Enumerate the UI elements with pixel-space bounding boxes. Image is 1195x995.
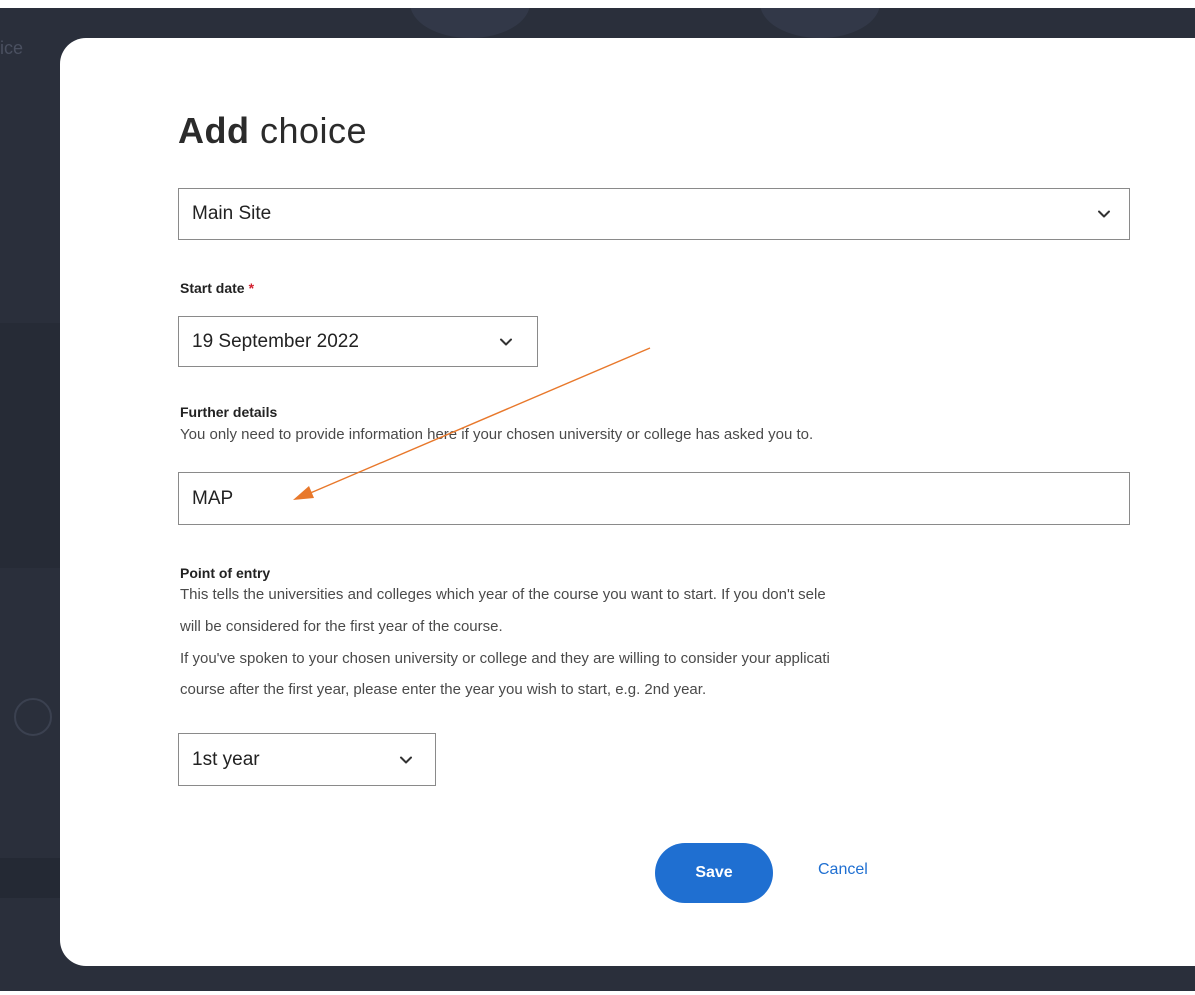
background-shape xyxy=(410,8,530,38)
point-of-entry-hint-line: If you've spoken to your chosen universi… xyxy=(180,650,830,667)
point-of-entry-select[interactable]: 1st year xyxy=(178,733,436,786)
start-date-select[interactable]: 19 September 2022 xyxy=(178,316,538,367)
save-button[interactable]: Save xyxy=(655,843,773,903)
site-select-value: Main Site xyxy=(192,203,272,224)
site-select[interactable]: Main Site xyxy=(178,188,1130,240)
further-details-input[interactable] xyxy=(178,472,1130,525)
background-shape xyxy=(760,8,880,38)
add-choice-modal: Add choice Main Site Start date * 19 Sept… xyxy=(60,38,1195,966)
modal-title-bold: Add xyxy=(178,110,250,151)
chevron-down-icon xyxy=(400,756,412,763)
chevron-down-icon xyxy=(500,338,512,345)
start-date-label-text: Start date xyxy=(180,280,245,296)
modal-title: Add choice xyxy=(178,110,367,152)
point-of-entry-select-value: 1st year xyxy=(192,748,260,770)
point-of-entry-label: Point of entry xyxy=(180,565,271,581)
start-date-label: Start date * xyxy=(180,280,254,296)
required-marker: * xyxy=(248,280,255,296)
start-date-select-value: 19 September 2022 xyxy=(192,330,359,352)
background-radio-icon xyxy=(14,698,52,736)
further-details-label: Further details xyxy=(180,404,278,420)
cancel-link[interactable]: Cancel xyxy=(818,861,868,879)
further-details-hint: You only need to provide information her… xyxy=(180,426,814,443)
background-text: ice xyxy=(0,38,24,58)
point-of-entry-hint-line: will be considered for the first year of… xyxy=(180,618,503,635)
viewport: ice Add choice Main Site Start date * 19 … xyxy=(0,0,1195,995)
point-of-entry-hint-line: This tells the universities and colleges… xyxy=(180,586,826,603)
modal-title-rest: choice xyxy=(249,110,368,151)
point-of-entry-hint-line: course after the first year, please ente… xyxy=(180,681,707,698)
chevron-down-icon xyxy=(1098,210,1110,218)
